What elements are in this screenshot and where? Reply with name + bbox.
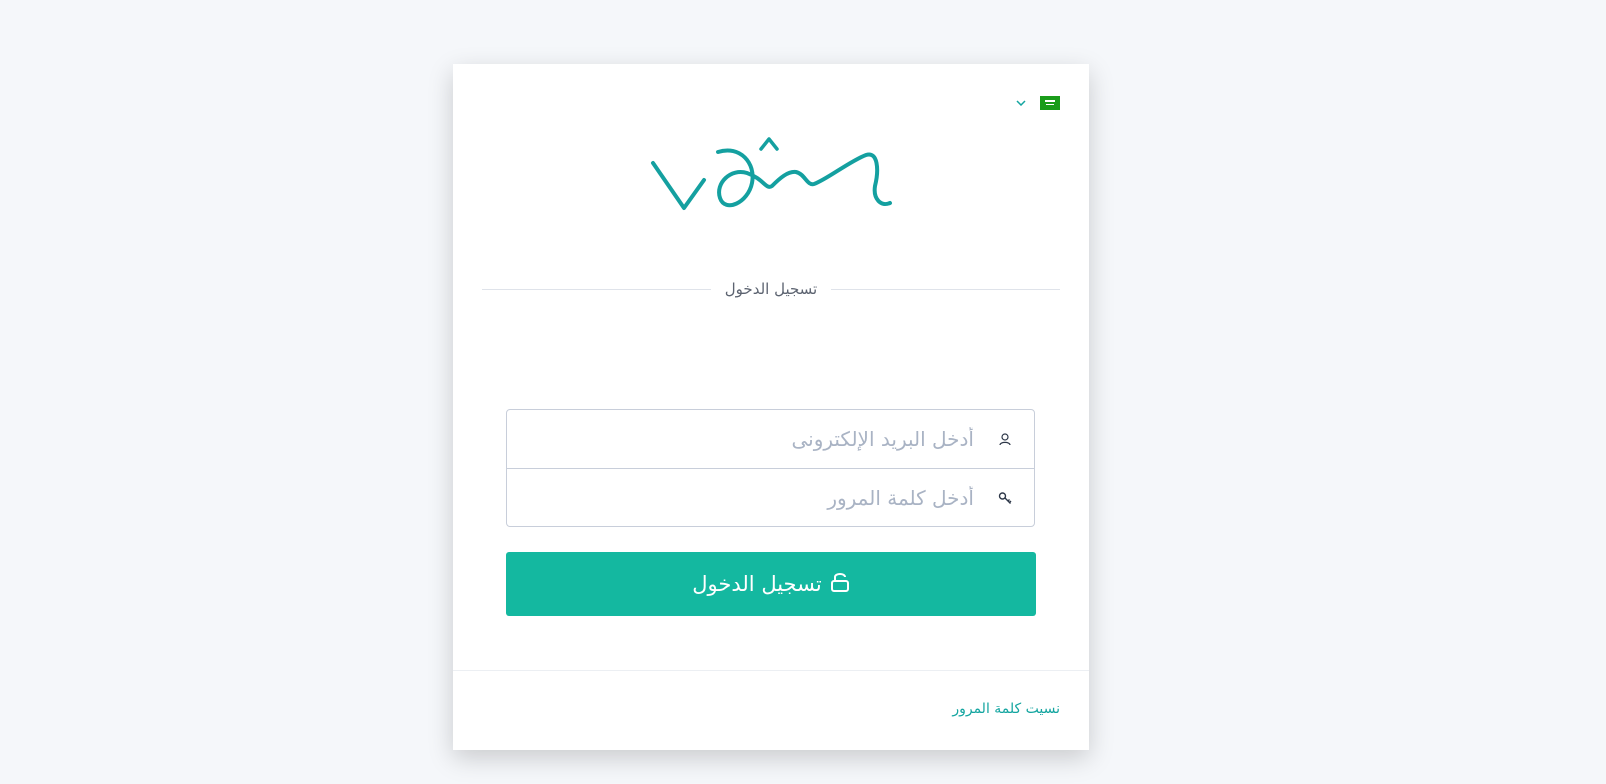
language-switcher[interactable]	[1016, 96, 1060, 110]
unlock-icon	[830, 571, 850, 598]
card-footer: نسيت كلمة المرور	[453, 670, 1089, 751]
login-card: تسجيل الدخول أدخل البريد الإلكترونى تسجي…	[453, 64, 1089, 750]
login-button[interactable]: تسجيل الدخول	[506, 552, 1036, 616]
user-icon	[998, 432, 1012, 446]
login-form-fields	[506, 409, 1035, 527]
chevron-down-icon[interactable]	[1016, 98, 1026, 108]
login-title: تسجيل الدخول	[724, 280, 818, 298]
login-button-label: تسجيل الدخول	[692, 572, 822, 596]
forgot-password-link[interactable]: نسيت كلمة المرور	[952, 701, 1060, 717]
email-input[interactable]	[507, 410, 974, 468]
divider-line-right	[831, 288, 1060, 290]
saudi-flag-icon[interactable]	[1040, 96, 1060, 110]
key-icon	[998, 491, 1012, 505]
vom-logo	[648, 130, 898, 220]
login-title-divider: تسجيل الدخول	[482, 274, 1060, 304]
divider-line-left	[482, 288, 711, 290]
password-input[interactable]	[507, 469, 974, 527]
password-row	[507, 468, 1034, 527]
email-row	[507, 410, 1034, 468]
